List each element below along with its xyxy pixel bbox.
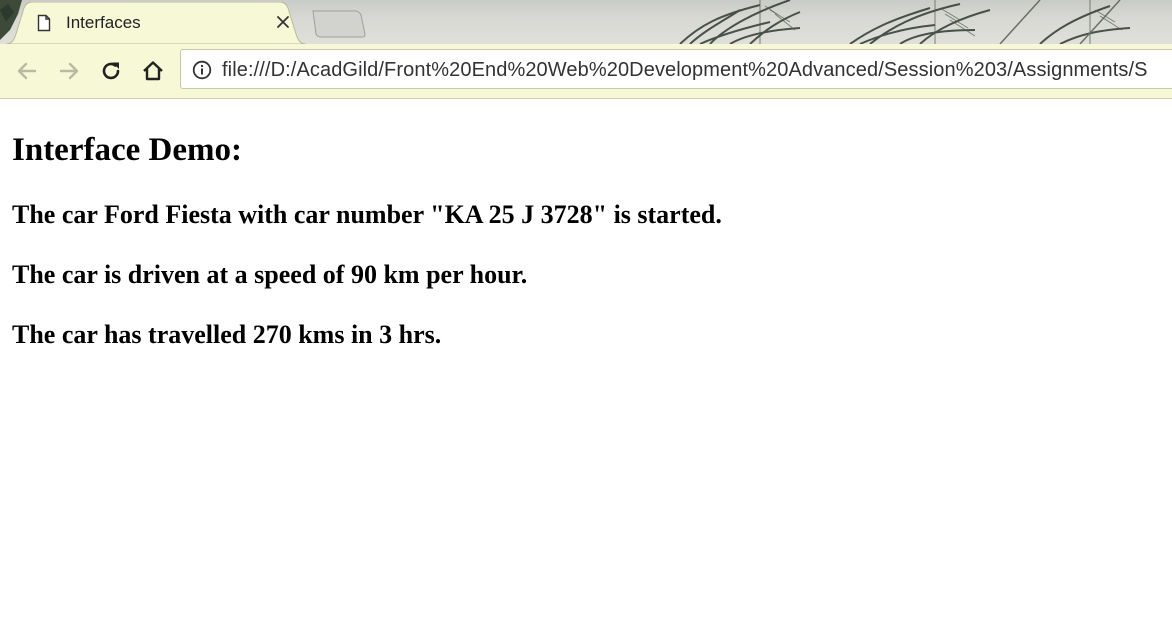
output-line-started: The car Ford Fiesta with car number "KA …: [12, 200, 722, 229]
reload-icon[interactable]: [96, 56, 126, 86]
output-line-distance: The car has travelled 270 kms in 3 hrs.: [12, 320, 442, 349]
page-content: Interface Demo: The car Ford Fiesta with…: [12, 99, 1162, 350]
info-icon[interactable]: [192, 60, 212, 80]
arrow-right-icon[interactable]: [54, 56, 84, 86]
address-bar[interactable]: file:///D:/AcadGild/Front%20End%20Web%20…: [180, 49, 1172, 89]
url-text[interactable]: file:///D:/AcadGild/Front%20End%20Web%20…: [222, 59, 1148, 82]
browser-window: Interfaces file:///D:/AcadGild/Front%20E…: [0, 0, 1172, 622]
tab-title: Interfaces: [66, 13, 141, 32]
new-tab-button[interactable]: [311, 10, 367, 38]
arrow-left-icon[interactable]: [12, 56, 42, 86]
tab-shape: [6, 2, 306, 44]
browser-toolbar: file:///D:/AcadGild/Front%20End%20Web%20…: [0, 44, 1172, 99]
tab-strip: Interfaces: [0, 0, 1172, 44]
page-heading: Interface Demo:: [12, 132, 242, 168]
output-line-speed: The car is driven at a speed of 90 km pe…: [12, 260, 528, 289]
home-icon[interactable]: [138, 56, 168, 86]
browser-tab[interactable]: Interfaces: [6, 2, 306, 44]
close-icon[interactable]: [274, 13, 292, 31]
page-icon: [37, 14, 51, 32]
